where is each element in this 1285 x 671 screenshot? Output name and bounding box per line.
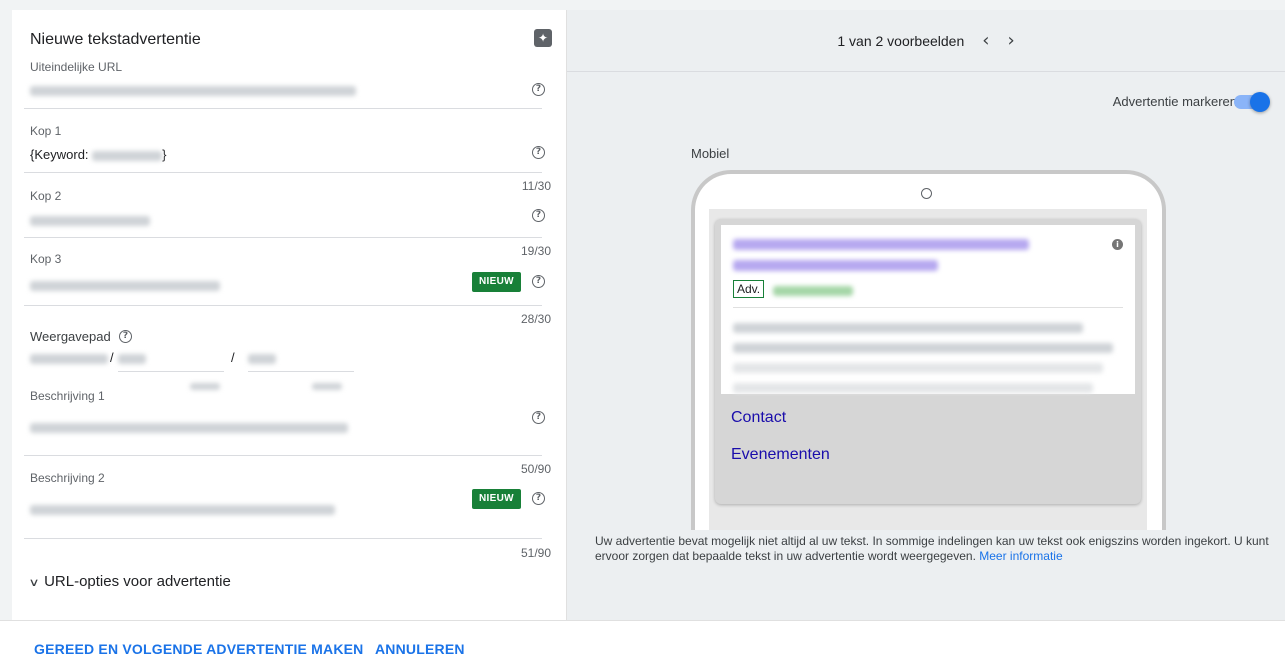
headline3-redacted xyxy=(30,280,220,291)
sitelink-evenementen[interactable]: Evenementen xyxy=(731,446,830,464)
path2-counter xyxy=(312,378,342,396)
headline1-label: Kop 1 xyxy=(30,124,62,138)
final-url-redacted xyxy=(30,85,356,96)
preview-disclaimer: Uw advertentie bevat mogelijk niet altij… xyxy=(595,534,1275,564)
path1-underline xyxy=(118,371,224,372)
headline1-input[interactable]: {Keyword: } xyxy=(30,147,167,162)
divider xyxy=(24,538,542,539)
headline3-help-icon[interactable]: ? xyxy=(532,275,545,288)
path1-input[interactable] xyxy=(118,350,224,365)
headline2-counter: 19/30 xyxy=(520,244,551,258)
headline1-redacted xyxy=(92,150,163,161)
headline1-prefix: {Keyword: xyxy=(30,147,89,162)
divider xyxy=(24,172,542,173)
device-label: Mobiel xyxy=(691,146,730,161)
headline1-help-icon[interactable]: ? xyxy=(532,146,545,159)
sparkle-icon[interactable]: ✦ xyxy=(534,29,552,47)
headline2-input[interactable] xyxy=(30,212,150,227)
ad-card: i Adv. Contact Evenementen xyxy=(715,219,1141,504)
sitelink-contact[interactable]: Contact xyxy=(731,409,786,427)
ad-description xyxy=(733,323,1113,393)
path1-redacted xyxy=(118,353,146,364)
pager-text: 1 van 2 voorbeelden xyxy=(837,32,965,49)
ad-headline[interactable] xyxy=(733,239,1033,271)
chevron-left-icon[interactable]: ‹ xyxy=(982,30,989,51)
final-url-help-icon[interactable]: ? xyxy=(532,83,545,96)
ad-editor-panel: Nieuwe tekstadvertentie ✦ Uiteindelijke … xyxy=(12,10,566,620)
divider xyxy=(24,455,542,456)
headline1-suffix: } xyxy=(162,147,167,162)
phone-frame: i Adv. Contact Evenementen xyxy=(691,170,1166,530)
highlight-ad-label: Advertentie markeren xyxy=(1112,94,1237,109)
display-path-domain xyxy=(30,350,108,365)
divider xyxy=(24,305,542,306)
headline2-help-icon[interactable]: ? xyxy=(532,209,545,222)
headline2-redacted xyxy=(30,215,150,226)
phone-screen: i Adv. Contact Evenementen xyxy=(709,209,1147,530)
path2-redacted xyxy=(248,353,276,364)
chevron-down-icon: ∨ xyxy=(28,576,40,589)
final-url-input[interactable] xyxy=(30,82,356,97)
ad-headline-redacted xyxy=(733,260,938,271)
path1-counter-redacted xyxy=(190,383,220,391)
description2-label: Beschrijving 2 xyxy=(30,471,105,485)
description1-label: Beschrijving 1 xyxy=(30,389,105,403)
path1-counter xyxy=(190,378,220,396)
display-path-help-icon[interactable]: ? xyxy=(119,330,132,343)
display-path-label: Weergavepad xyxy=(30,329,111,344)
path-separator: / xyxy=(110,350,114,365)
path2-underline xyxy=(248,371,354,372)
ad-description-redacted xyxy=(733,383,1093,393)
description2-counter: 51/90 xyxy=(520,546,551,560)
headline3-input[interactable] xyxy=(30,277,220,292)
ad-description-redacted xyxy=(733,343,1113,353)
description2-help-icon[interactable]: ? xyxy=(532,492,545,505)
description1-help-icon[interactable]: ? xyxy=(532,411,545,424)
new-badge: NIEUW xyxy=(472,489,521,509)
ad-display-url xyxy=(773,282,853,300)
headline1-counter: 11/30 xyxy=(521,179,551,193)
toggle-knob xyxy=(1250,92,1270,112)
chevron-right-icon[interactable]: › xyxy=(1007,30,1014,51)
ad-headline-redacted xyxy=(733,239,1029,250)
disclaimer-text: Uw advertentie bevat mogelijk niet altij… xyxy=(595,534,1269,563)
new-badge: NIEUW xyxy=(472,272,521,292)
cancel-button[interactable]: ANNULEREN xyxy=(375,641,465,657)
ad-label-badge: Adv. xyxy=(733,280,765,298)
headline3-label: Kop 3 xyxy=(30,252,62,266)
url-options-toggle[interactable]: ∨ URL-opties voor advertentie xyxy=(28,573,231,590)
ad-description-redacted xyxy=(733,323,1083,333)
headline2-label: Kop 2 xyxy=(30,189,62,203)
url-options-label: URL-opties voor advertentie xyxy=(44,573,231,590)
path2-counter-redacted xyxy=(312,383,342,391)
ad-separator xyxy=(733,307,1123,308)
final-url-label: Uiteindelijke URL xyxy=(30,60,123,74)
more-info-link[interactable]: Meer informatie xyxy=(979,549,1062,563)
path-separator: / xyxy=(231,350,235,365)
description2-input[interactable] xyxy=(30,501,335,516)
done-and-create-next-button[interactable]: GEREED EN VOLGENDE ADVERTENTIE MAKEN xyxy=(34,641,364,657)
ad-description-redacted xyxy=(733,363,1103,373)
camera-icon xyxy=(921,188,932,199)
ad-preview-panel: 1 van 2 voorbeelden ‹ › Advertentie mark… xyxy=(566,10,1285,620)
ad-body: i Adv. xyxy=(721,225,1135,394)
editor-title: Nieuwe tekstadvertentie xyxy=(30,31,201,48)
description1-input[interactable] xyxy=(30,419,348,434)
footer-bar: GEREED EN VOLGENDE ADVERTENTIE MAKEN ANN… xyxy=(0,620,1285,671)
display-path-domain-redacted xyxy=(30,353,108,364)
description1-counter: 50/90 xyxy=(520,462,551,476)
highlight-ad-toggle[interactable] xyxy=(1234,92,1270,112)
path2-input[interactable] xyxy=(248,350,354,365)
headline3-counter: 28/30 xyxy=(520,312,551,326)
divider xyxy=(24,237,542,238)
description2-redacted xyxy=(30,504,335,515)
ad-display-url-redacted xyxy=(773,285,853,296)
preview-pager: 1 van 2 voorbeelden ‹ › xyxy=(567,10,1285,72)
divider xyxy=(24,108,542,109)
description1-redacted xyxy=(30,422,348,433)
info-icon[interactable]: i xyxy=(1112,239,1123,250)
